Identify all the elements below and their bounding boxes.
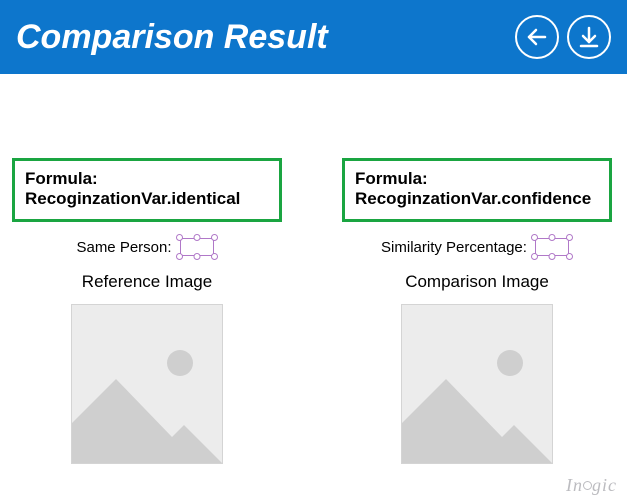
formula-value: RecoginzationVar.identical: [25, 189, 269, 209]
similarity-label: Similarity Percentage:: [381, 239, 527, 256]
same-person-field[interactable]: [176, 234, 218, 260]
same-person-row: Same Person:: [76, 234, 217, 260]
formula-box-confidence: Formula: RecoginzationVar.confidence: [342, 158, 612, 222]
reference-image-label: Reference Image: [82, 272, 212, 292]
page-title: Comparison Result: [16, 18, 328, 57]
watermark: Ingic: [566, 475, 617, 496]
formula-label: Formula:: [355, 169, 599, 189]
reference-image-placeholder[interactable]: [71, 304, 223, 464]
formula-value: RecoginzationVar.confidence: [355, 189, 599, 209]
watermark-prefix: In: [566, 475, 583, 495]
left-column: Formula: RecoginzationVar.identical Same…: [12, 158, 282, 464]
app-header: Comparison Result: [0, 0, 627, 74]
arrow-left-icon: [525, 25, 549, 49]
similarity-row: Similarity Percentage:: [381, 234, 573, 260]
download-icon: [577, 25, 601, 49]
right-column: Formula: RecoginzationVar.confidence Sim…: [342, 158, 612, 464]
watermark-o-icon: [583, 481, 592, 490]
download-button[interactable]: [567, 15, 611, 59]
formula-label: Formula:: [25, 169, 269, 189]
back-button[interactable]: [515, 15, 559, 59]
similarity-field[interactable]: [531, 234, 573, 260]
comparison-image-placeholder[interactable]: [401, 304, 553, 464]
image-placeholder-icon: [402, 305, 553, 464]
header-buttons: [515, 15, 611, 59]
same-person-label: Same Person:: [76, 239, 171, 256]
formula-box-identical: Formula: RecoginzationVar.identical: [12, 158, 282, 222]
comparison-image-label: Comparison Image: [405, 272, 549, 292]
main-content: Formula: RecoginzationVar.identical Same…: [0, 74, 627, 464]
image-placeholder-icon: [72, 305, 223, 464]
watermark-suffix: gic: [592, 475, 617, 495]
